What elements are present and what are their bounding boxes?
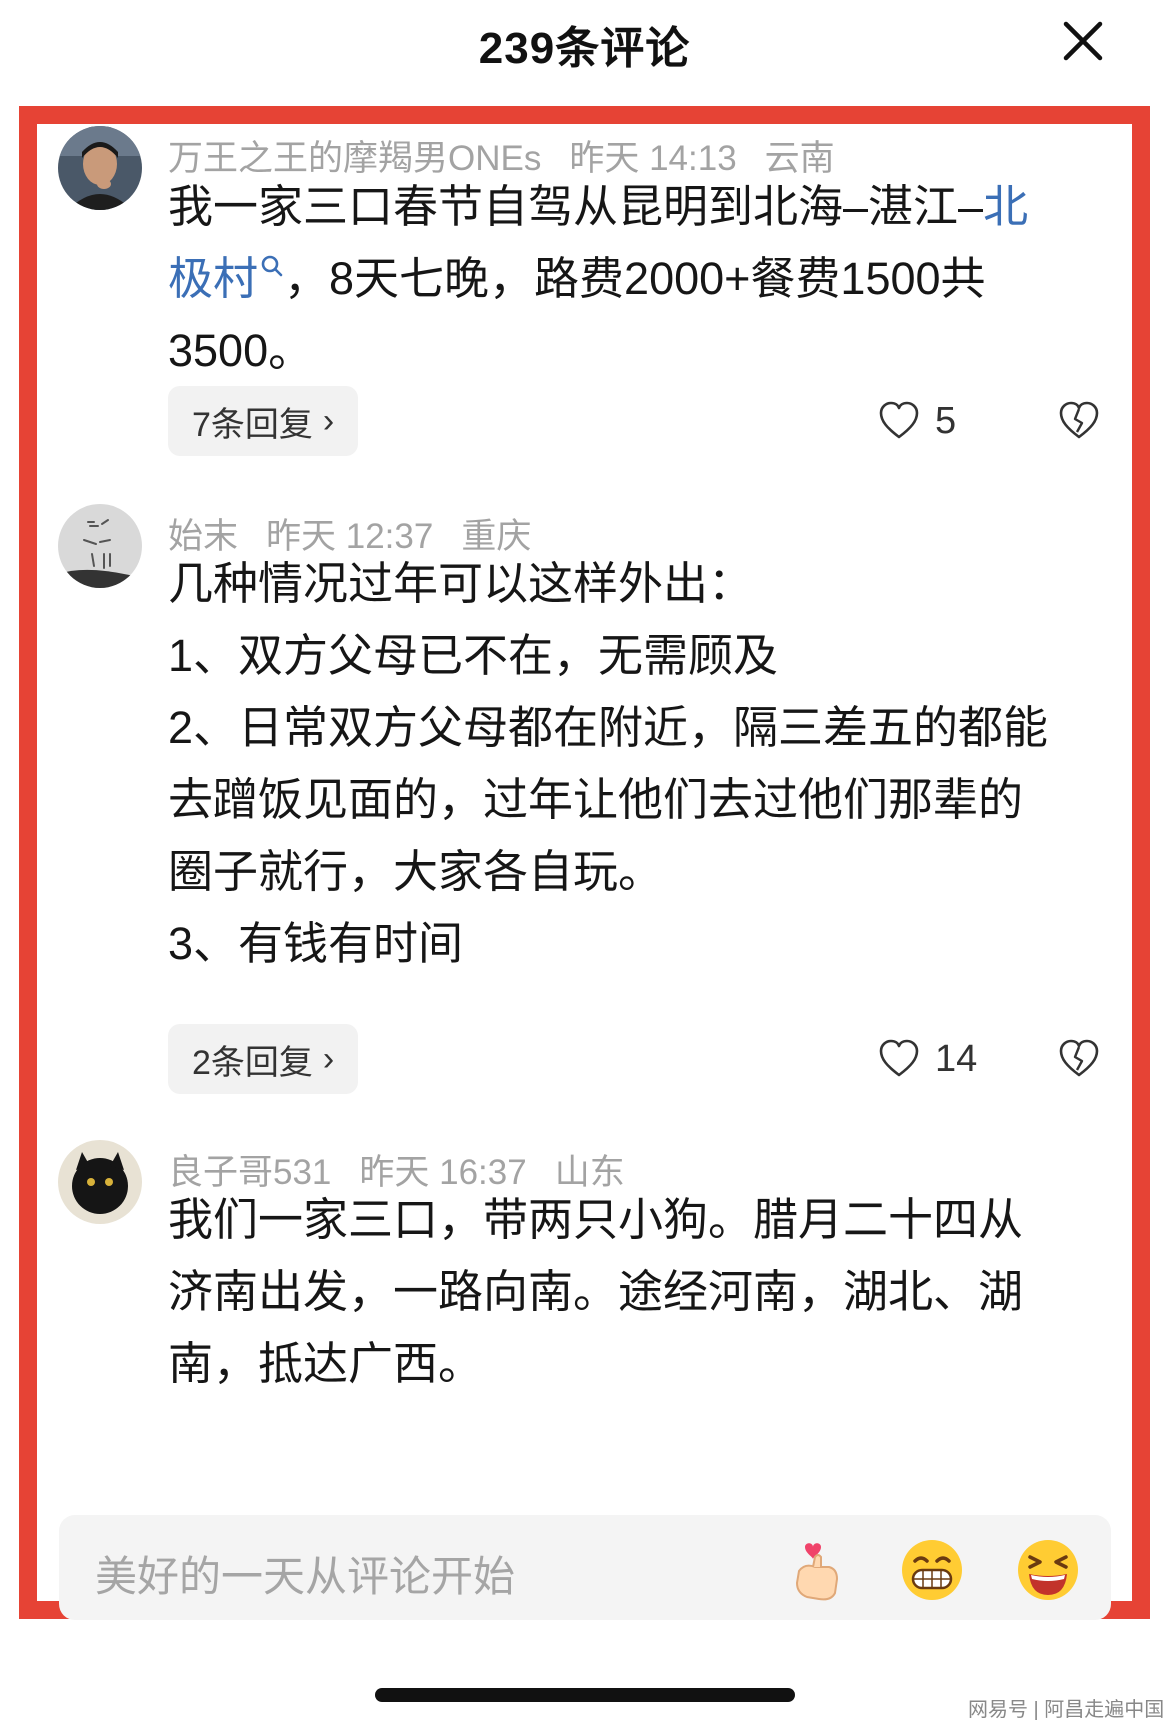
chevron-right-icon: ›: [322, 401, 335, 440]
close-button[interactable]: [1058, 16, 1108, 66]
laughing-emoji-button[interactable]: [1015, 1537, 1081, 1603]
broken-heart-icon: [1059, 1039, 1099, 1077]
heart-icon: [879, 1039, 919, 1077]
avatar[interactable]: [58, 504, 142, 588]
heart-icon: [879, 401, 919, 439]
page-title: 239条评论: [478, 24, 691, 73]
comment-text-line: 我一家三口春节自驾从昆明到北海–湛江–: [168, 181, 984, 232]
comment-list[interactable]: 万王之王的摩羯男ONEs 昨天 14:13 云南 我一家三口春节自驾从昆明到北海–湛…: [37, 124, 1132, 1478]
comment-text: 我们一家三口，带两只小狗。腊月二十四从 济南出发，一路向南。途经河南，湖北、湖 …: [168, 1184, 1128, 1400]
finger-heart-emoji-button[interactable]: [785, 1537, 851, 1603]
comment-text-line: 圈子就行，大家各自玩。: [168, 846, 664, 897]
comment-text-line: 南，抵达广西。: [168, 1338, 484, 1389]
home-indicator[interactable]: [375, 1688, 795, 1702]
like-count: 5: [935, 399, 957, 442]
avatar[interactable]: [58, 1140, 142, 1224]
replies-label: 2条回复: [192, 1043, 313, 1082]
comment-text-line: 我们一家三口，带两只小狗。腊月二十四从: [168, 1194, 1024, 1245]
comment-text-line: 济南出发，一路向南。途经河南，湖北、湖: [168, 1266, 1024, 1317]
search-icon: [261, 255, 283, 277]
comment-text: 几种情况过年可以这样外出： 1、双方父母已不在，无需顾及 2、日常双方父母都在附…: [168, 548, 1128, 980]
like-count: 14: [935, 1037, 978, 1080]
avatar-image: [58, 126, 142, 210]
avatar-image: [58, 504, 142, 588]
dislike-button[interactable]: [1057, 399, 1101, 443]
grinning-face-icon: [902, 1540, 962, 1600]
grinning-emoji-button[interactable]: [899, 1537, 965, 1603]
comment-text-line: 去蹭饭见面的，过年让他们去过他们那辈的: [168, 774, 1024, 825]
comment-text-line: 几种情况过年可以这样外出：: [168, 558, 754, 609]
dislike-button[interactable]: [1057, 1037, 1101, 1081]
like-button[interactable]: 14: [877, 1037, 977, 1081]
close-icon: [1063, 21, 1103, 61]
comment-text-line: ，8天七晚，路费2000+餐费1500共: [284, 253, 986, 304]
comment-text: 我一家三口春节自驾从昆明到北海–湛江–北 极村 ，8天七晚，路费2000+餐费15…: [168, 171, 1128, 387]
header: 239条评论: [0, 0, 1169, 90]
broken-heart-icon: [1059, 401, 1099, 439]
avatar[interactable]: [58, 126, 142, 210]
comment-text-line: 3500。: [168, 325, 314, 376]
view-replies-button[interactable]: 7条回复 ›: [168, 386, 359, 456]
view-replies-button[interactable]: 2条回复 ›: [168, 1024, 359, 1094]
search-link[interactable]: 极村: [168, 253, 258, 304]
replies-label: 7条回复: [192, 405, 313, 444]
chevron-right-icon: ›: [322, 1039, 335, 1078]
avatar-image: [58, 1140, 142, 1224]
comment-text-line: 1、双方父母已不在，无需顾及: [168, 630, 779, 681]
comment-input[interactable]: 美好的一天从评论开始: [95, 1543, 515, 1604]
like-button[interactable]: 5: [877, 399, 956, 443]
laughing-face-icon: [1018, 1540, 1078, 1600]
comment-text-line: 2、日常双方父母都在附近，隔三差五的都能: [168, 702, 1049, 753]
comment-input-bar[interactable]: 美好的一天从评论开始: [59, 1515, 1111, 1620]
watermark: 网易号 | 阿昌走遍中国: [968, 1699, 1165, 1721]
finger-heart-icon: [795, 1543, 839, 1601]
comment-text-line: 3、有钱有时间: [168, 918, 464, 969]
search-link[interactable]: 北: [983, 181, 1028, 232]
